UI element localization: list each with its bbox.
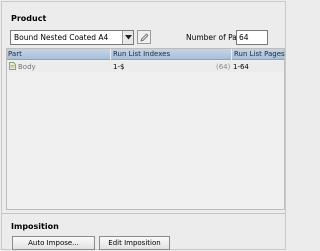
run-list-pages-cell: 1-64 <box>233 63 249 71</box>
chevron-down-icon[interactable] <box>122 31 133 44</box>
number-of-pages-field[interactable] <box>236 30 268 45</box>
column-header-run-list-pages[interactable]: Run List Pages <box>234 50 285 58</box>
document-icon <box>9 62 16 72</box>
column-divider <box>110 49 111 60</box>
edit-product-button[interactable] <box>137 30 151 44</box>
column-header-run-list-indexes[interactable]: Run List Indexes <box>113 50 170 58</box>
product-section-title: Product <box>11 14 47 23</box>
part-name: Body <box>18 63 36 71</box>
table-row[interactable]: Body 1-$ (64) 1-64 <box>7 61 284 72</box>
product-dropdown[interactable]: Bound Nested Coated A4 <box>10 30 134 45</box>
run-list-table: Part Run List Indexes Run List Pages Bod… <box>6 48 285 210</box>
column-divider <box>231 49 232 60</box>
column-header-part[interactable]: Part <box>8 50 22 58</box>
table-header: Part Run List Indexes Run List Pages <box>7 49 285 60</box>
part-cell: Body <box>9 62 36 72</box>
product-dropdown-value: Bound Nested Coated A4 <box>14 33 109 42</box>
imposition-section-title: Imposition <box>11 222 59 231</box>
page-count-cell: (64) <box>216 63 231 71</box>
run-list-indexes-cell: 1-$ <box>113 63 125 71</box>
section-divider <box>1 213 286 214</box>
edit-imposition-button[interactable]: Edit Imposition <box>99 236 170 250</box>
auto-impose-button[interactable]: Auto Impose... <box>12 236 95 250</box>
